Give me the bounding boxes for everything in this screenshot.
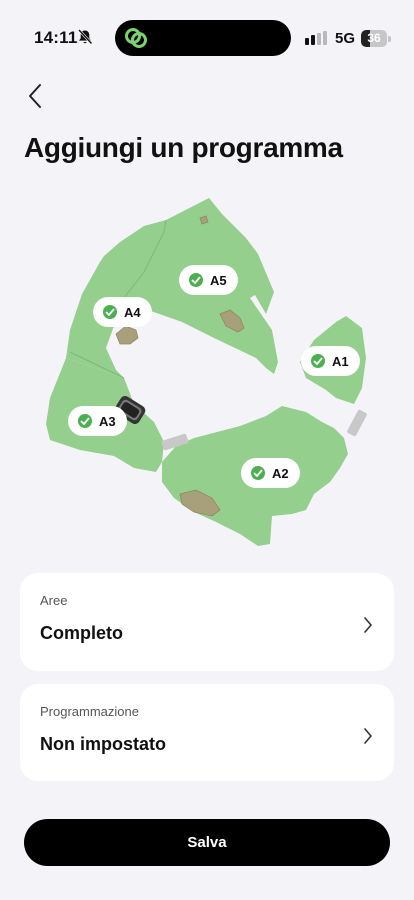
chevron-right-icon [364, 617, 372, 633]
status-bar: 14:11 5G 36 [0, 0, 414, 60]
app-link-icon [125, 28, 147, 48]
battery-icon: 36 [361, 30, 391, 47]
page-title: Aggiungi un programma [24, 132, 343, 163]
zone-a3-text: A3 [99, 413, 116, 429]
lawn-map[interactable]: A5 A4 A1 A3 A2 [44, 192, 380, 558]
check-icon [78, 414, 92, 428]
check-icon [251, 466, 265, 480]
zone-a2-text: A2 [272, 465, 289, 481]
zone-a5-text: A5 [210, 272, 227, 288]
chevron-right-icon [364, 728, 372, 744]
obstacle-patch [115, 325, 139, 345]
save-button[interactable]: Salva [24, 819, 390, 866]
back-button[interactable] [22, 82, 50, 110]
zone-a5-label[interactable]: A5 [179, 265, 238, 295]
areas-value: Completo [40, 623, 123, 643]
zone-a1-label[interactable]: A1 [301, 346, 360, 376]
areas-label: Aree [40, 593, 68, 608]
network-type: 5G [335, 30, 356, 47]
pathway [347, 409, 367, 437]
zone-a4-label[interactable]: A4 [93, 297, 152, 327]
zone-a3-label[interactable]: A3 [68, 406, 127, 436]
battery-level: 36 [367, 31, 381, 45]
obstacle-patch [199, 215, 209, 225]
check-icon [103, 305, 117, 319]
schedule-card[interactable]: Programmazione Non impostato [20, 684, 394, 781]
schedule-value: Non impostato [40, 734, 166, 754]
zone-a1-text: A1 [332, 353, 349, 369]
chevron-left-icon [29, 84, 41, 108]
zone-a4-text: A4 [124, 304, 141, 320]
status-time: 14:11 [34, 28, 78, 47]
check-icon [189, 273, 203, 287]
areas-card[interactable]: Aree Completo [20, 573, 394, 671]
dynamic-island [115, 20, 291, 56]
signal-icon [305, 31, 327, 45]
check-icon [311, 354, 325, 368]
schedule-label: Programmazione [40, 704, 139, 719]
bell-muted-icon [78, 29, 93, 45]
zone-a2-label[interactable]: A2 [241, 458, 300, 488]
